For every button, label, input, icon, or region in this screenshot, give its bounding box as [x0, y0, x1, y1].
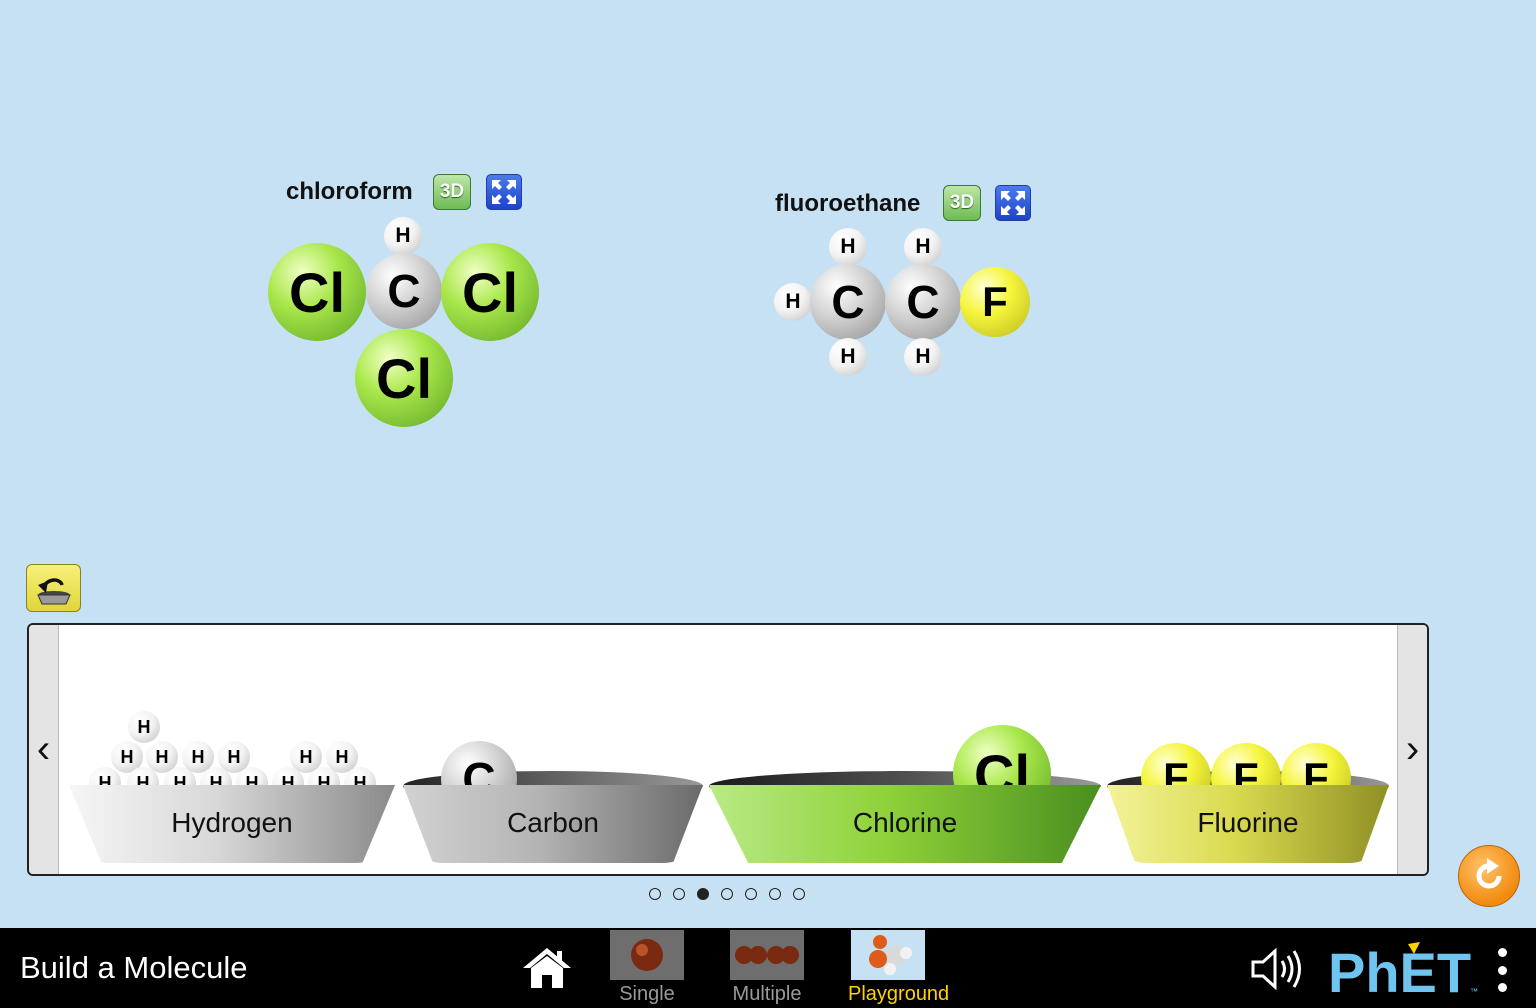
screen-tab-single[interactable]: Single	[607, 930, 687, 1006]
page-dot[interactable]	[721, 888, 733, 900]
screen-tab-label: Playground	[848, 983, 950, 1005]
break-apart-button[interactable]	[995, 185, 1031, 221]
atom-hydrogen[interactable]: H	[384, 217, 422, 255]
navigation-bar: Build a Molecule Single Multiple Playgro…	[0, 928, 1536, 1008]
bucket-hydrogen: Hydrogen	[69, 771, 395, 863]
atom-hydrogen[interactable]: H	[829, 338, 867, 376]
phet-logo-icon: PhET ™	[1328, 941, 1478, 1004]
svg-text:™: ™	[1470, 987, 1478, 996]
multiple-molecules-icon	[735, 946, 799, 964]
view-3d-button[interactable]: 3D	[433, 174, 471, 210]
bucket-label-carbon: Carbon	[507, 807, 599, 838]
atom-fluorine[interactable]: F	[960, 267, 1030, 337]
atom-carbon[interactable]: C	[885, 264, 961, 340]
playground-molecule-icon	[869, 935, 912, 975]
atom-carbon[interactable]: C	[810, 264, 886, 340]
svg-text:PhET: PhET	[1328, 942, 1471, 998]
reset-all-button[interactable]	[1458, 845, 1520, 907]
screen-tab-label: Single	[619, 983, 675, 1005]
phet-logo[interactable]: PhET ™	[1328, 941, 1480, 1004]
atom-hydrogen[interactable]: H	[904, 338, 942, 376]
kit-page-indicator	[649, 888, 805, 900]
kit-previous-button[interactable]: ‹	[29, 625, 59, 874]
page-dot[interactable]	[793, 888, 805, 900]
reset-icon	[1476, 858, 1502, 889]
expand-arrows-icon	[492, 180, 516, 204]
return-atoms-button[interactable]	[26, 564, 81, 612]
atom-hydrogen[interactable]: H	[128, 711, 160, 743]
page-dot-active[interactable]	[697, 888, 709, 900]
atom-chlorine[interactable]: Cl	[355, 329, 453, 427]
screen-tab-label: Multiple	[732, 983, 802, 1005]
molecule-name-chloroform: chloroform	[286, 178, 413, 205]
multiple-screen-thumbnail	[730, 930, 804, 980]
bucket-carbon: C Carbon	[403, 741, 703, 863]
app-title: Build a Molecule	[20, 950, 248, 985]
playground-screen-thumbnail	[851, 930, 925, 980]
sound-toggle-button[interactable]	[1250, 946, 1304, 992]
play-area: chloroform 3D H Cl C Cl Cl fluoroethane …	[0, 0, 1536, 928]
atom-chlorine[interactable]: Cl	[441, 243, 539, 341]
atom-hydrogen[interactable]: H	[774, 283, 812, 321]
view-3d-button[interactable]: 3D	[943, 185, 981, 221]
screen-tab-playground[interactable]: Playground	[848, 930, 950, 1006]
molecule-name-fluoroethane: fluoroethane	[775, 190, 921, 217]
home-icon	[523, 948, 571, 988]
home-button[interactable]	[519, 942, 575, 994]
bucket-label-fluorine: Fluorine	[1197, 807, 1299, 838]
return-to-bucket-icon	[36, 578, 71, 605]
menu-dot	[1497, 983, 1507, 992]
page-dot[interactable]	[745, 888, 757, 900]
expand-arrows-icon	[1001, 191, 1025, 215]
bucket-fluorine: F F F Fluorine	[1107, 743, 1389, 863]
bucket-label-hydrogen: Hydrogen	[171, 807, 293, 838]
single-molecule-icon	[631, 939, 663, 971]
atom-carbon[interactable]: C	[366, 253, 442, 329]
menu-dot	[1497, 948, 1507, 957]
bucket-label-chlorine: Chlorine	[852, 807, 958, 838]
page-dot[interactable]	[649, 888, 661, 900]
kit-next-button[interactable]: ›	[1397, 625, 1427, 874]
screen-tab-multiple[interactable]: Multiple	[727, 930, 807, 1006]
options-menu-button[interactable]	[1494, 948, 1510, 992]
bucket-chlorine: Cl Chlorine	[709, 725, 1101, 863]
break-apart-button[interactable]	[486, 174, 522, 210]
page-dot[interactable]	[673, 888, 685, 900]
atom-hydrogen[interactable]: H	[829, 228, 867, 266]
atom-hydrogen[interactable]: H	[904, 228, 942, 266]
single-screen-thumbnail	[610, 930, 684, 980]
kit-carousel: ‹ › H H H H H H H H H H H H H H H Hydrog…	[27, 623, 1429, 876]
atom-chlorine[interactable]: Cl	[268, 243, 366, 341]
speaker-icon	[1251, 947, 1301, 991]
menu-dot	[1497, 965, 1507, 975]
page-dot[interactable]	[769, 888, 781, 900]
